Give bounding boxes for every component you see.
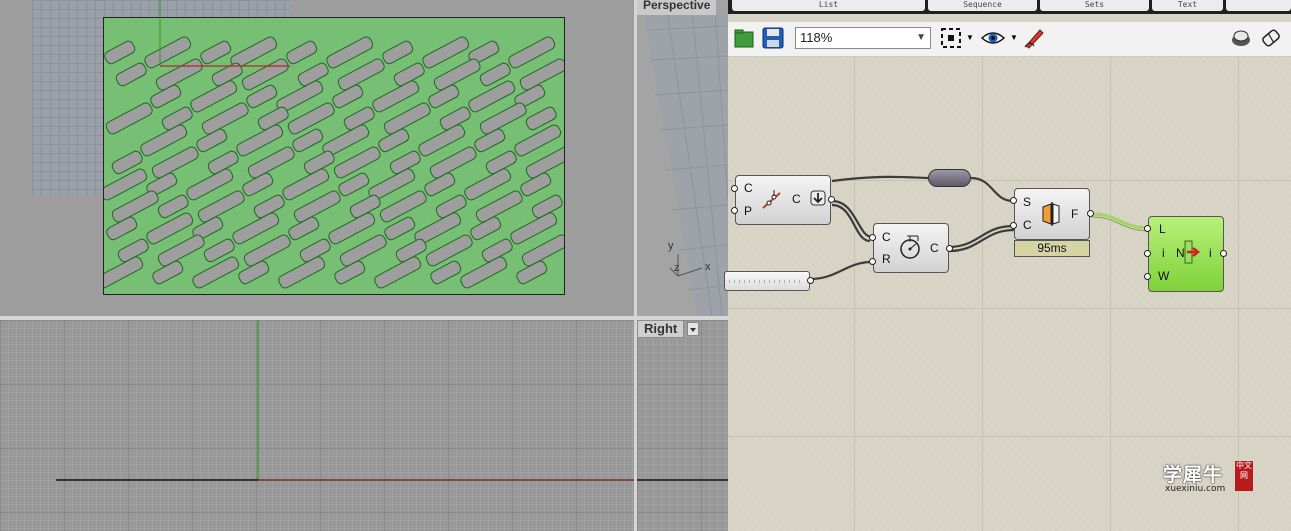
perspective-viewport-tab[interactable]: Perspective <box>637 0 717 15</box>
c4-output-i: i <box>1209 246 1212 260</box>
chevron-down-icon: ▼ <box>916 32 926 43</box>
top-viewport[interactable] <box>0 0 634 316</box>
watermark: 学犀牛 xuexiniu.com 中文网 <box>1159 458 1257 496</box>
circle-icon <box>900 235 920 259</box>
grasshopper-window: List Sequence Sets Text 118% ▼ ▼ ▼ C P C… <box>724 0 1291 531</box>
curve-point-icon <box>762 190 781 209</box>
c4-input-l: L <box>1159 222 1166 236</box>
zoom-value: 118% <box>800 30 833 45</box>
c2-input-pin-r[interactable] <box>869 258 876 265</box>
tab-sequence-label: Sequence <box>963 0 1002 9</box>
c3-output-f: F <box>1071 207 1079 221</box>
surface-split-icon <box>1042 202 1060 226</box>
axis-x-label: x <box>705 261 711 273</box>
slider-output-pin[interactable] <box>807 277 814 284</box>
perspective-grid <box>643 9 728 316</box>
relay-component[interactable] <box>928 169 971 187</box>
right-viewport-axes <box>637 479 728 481</box>
zoom-select[interactable]: 118% ▼ <box>795 27 931 49</box>
display-mode-icon[interactable] <box>1229 26 1253 50</box>
sketch-pen-icon[interactable] <box>1022 26 1046 50</box>
arrow-down-circle-icon[interactable] <box>810 190 826 206</box>
component-tab-bar: List Sequence Sets Text <box>728 0 1291 14</box>
watermark-url: xuexiniu.com <box>1165 484 1226 494</box>
c1-output-c: C <box>792 192 801 206</box>
zoom-extents-dropdown-icon[interactable]: ▼ <box>966 33 974 42</box>
tab-text-label: Text <box>1177 0 1198 9</box>
c2-output-pin[interactable] <box>946 245 953 252</box>
c1-output-pin[interactable] <box>828 196 835 203</box>
viewport-splitter-horizontal[interactable] <box>0 316 728 320</box>
watermark-seal: 中文网 <box>1235 461 1253 491</box>
c2-input-c: C <box>882 230 891 244</box>
tab-sequence[interactable]: Sequence <box>928 0 1037 11</box>
c1-input-c: C <box>744 181 753 195</box>
component-surface-split[interactable]: S C F <box>1014 188 1090 240</box>
number-slider[interactable] <box>724 271 810 291</box>
front-viewport-axes <box>56 320 634 481</box>
top-viewport-axes <box>159 0 290 67</box>
tab-sets[interactable]: Sets <box>1040 0 1149 11</box>
c3-input-s: S <box>1023 195 1032 209</box>
c2-input-r: R <box>882 252 891 266</box>
c3-input-pin-s[interactable] <box>1010 197 1017 204</box>
preview-eye-icon[interactable] <box>981 26 1005 50</box>
profiler-timer: 95ms <box>1014 240 1090 257</box>
slider-track[interactable] <box>729 280 801 283</box>
save-icon[interactable] <box>761 26 785 50</box>
tab-sets-label: Sets <box>1084 0 1105 9</box>
component-circle[interactable]: C R C <box>873 223 949 273</box>
tab-more[interactable] <box>1226 0 1291 11</box>
c3-input-pin-c[interactable] <box>1010 222 1017 229</box>
c4-output-pin[interactable] <box>1220 250 1227 257</box>
axis-y-label: y <box>668 240 674 252</box>
eraser-icon[interactable] <box>1259 26 1283 50</box>
component-list-item[interactable]: L i W N i <box>1148 216 1224 292</box>
viewport-splitter-vertical[interactable] <box>634 0 637 531</box>
component-curve-closest-point[interactable]: C P C <box>735 175 831 225</box>
c2-input-pin-c[interactable] <box>869 234 876 241</box>
triangle-down-icon[interactable] <box>687 322 699 336</box>
right-viewport-label: Right <box>644 321 678 336</box>
preview-dropdown-icon[interactable]: ▼ <box>1010 33 1018 42</box>
perspective-viewport[interactable]: Perspective y z x <box>637 0 728 316</box>
zoom-extents-icon[interactable] <box>939 26 963 50</box>
c1-input-pin-c[interactable] <box>731 185 738 192</box>
tab-text[interactable]: Text <box>1152 0 1223 11</box>
c4-input-pin-l[interactable] <box>1144 225 1151 232</box>
c4-input-pin-w[interactable] <box>1144 273 1151 280</box>
front-viewport[interactable] <box>0 320 634 531</box>
axis-z-label: z <box>674 262 680 274</box>
c3-output-pin[interactable] <box>1087 210 1094 217</box>
c3-input-c: C <box>1023 218 1032 232</box>
right-viewport[interactable]: Right <box>637 320 728 531</box>
list-item-icon <box>1184 240 1201 264</box>
canvas-toolbar: 118% ▼ ▼ ▼ <box>728 22 1291 57</box>
c1-input-pin-p[interactable] <box>731 207 738 214</box>
c1-input-p: P <box>744 204 753 218</box>
open-file-icon[interactable] <box>733 26 757 50</box>
c4-input-i: i <box>1162 246 1165 260</box>
tab-list-label: List <box>818 0 839 9</box>
tab-list[interactable]: List <box>732 0 925 11</box>
c4-input-pin-i[interactable] <box>1144 250 1151 257</box>
c2-output-c: C <box>930 241 939 255</box>
right-viewport-tab[interactable]: Right <box>637 320 685 338</box>
watermark-main: 学犀牛 <box>1163 464 1224 486</box>
c4-input-w: W <box>1158 269 1170 283</box>
